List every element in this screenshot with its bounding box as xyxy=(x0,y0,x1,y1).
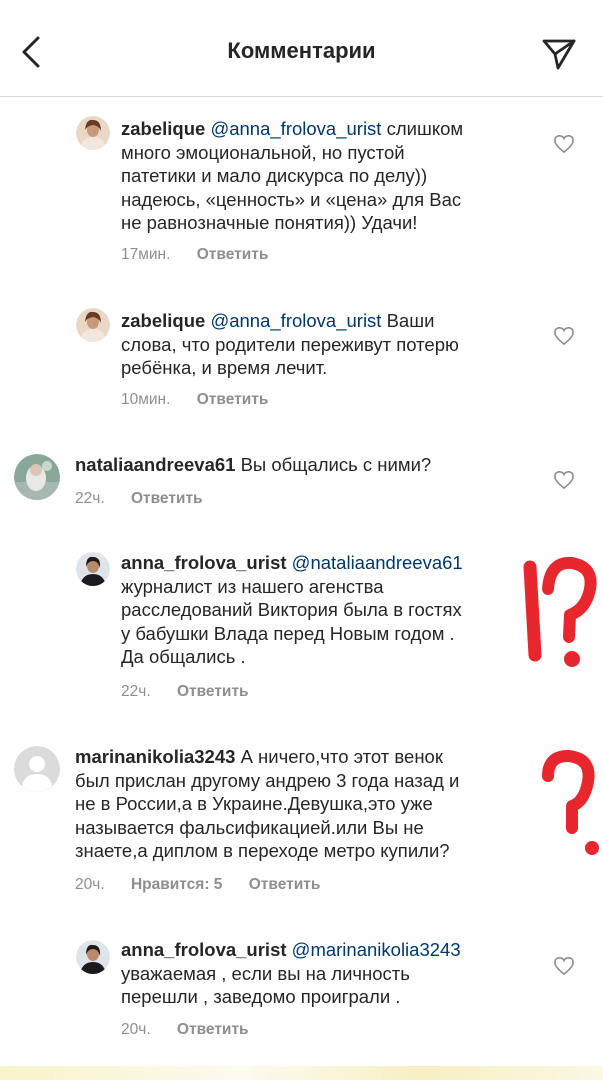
comment-line: патетики и мало дискурса по делу)) xyxy=(121,165,428,186)
comment-username[interactable]: anna_frolova_urist xyxy=(121,939,287,960)
comment-text: anna_frolova_urist @nataliaandreeva61 жу… xyxy=(121,551,521,669)
comment-reply: anna_frolova_urist @marinanikolia3243 ув… xyxy=(0,930,603,1050)
comment-mention[interactable]: @marinanikolia3243 xyxy=(292,939,461,960)
top-bar: Комментарии xyxy=(0,0,603,97)
reply-button[interactable]: Ответить xyxy=(131,490,203,508)
paper-plane-icon xyxy=(542,39,576,70)
comment-time: 22ч. xyxy=(75,490,105,507)
default-user-icon xyxy=(14,746,60,792)
comment-time: 20ч. xyxy=(75,876,105,893)
comment-line: ребёнка, и время лечит. xyxy=(121,357,328,378)
question-annotation xyxy=(542,750,599,855)
comment-text: anna_frolova_urist @marinanikolia3243 ув… xyxy=(121,938,541,1009)
comment-line: знаете,а диплом в переходе метро купили? xyxy=(75,840,450,861)
comment-text-start: Ваши xyxy=(386,310,435,331)
comment-time: 10мин. xyxy=(121,391,171,408)
comment-text: marinanikolia3243 А ничего,что этот вено… xyxy=(75,745,535,863)
comment-meta: 22ч. Ответить xyxy=(75,490,225,508)
exclamation-question-annotation xyxy=(523,556,597,667)
comment-username[interactable]: anna_frolova_urist xyxy=(121,552,287,573)
comment-time: 20ч. xyxy=(121,1021,151,1038)
avatar[interactable] xyxy=(14,454,60,500)
comment-reply: zabelique @anna_frolova_urist Ваши слова… xyxy=(0,300,603,420)
comment-username[interactable]: nataliaandreeva61 xyxy=(75,454,235,475)
comment-meta: 20ч. Нравится: 5 Ответить xyxy=(75,876,342,894)
comment-line: называется фальсификацией.или Вы не xyxy=(75,816,424,838)
comment-text-start: А ничего,что этот венок xyxy=(240,746,443,767)
comment-top-level: marinanikolia3243 А ничего,что этот вено… xyxy=(0,736,603,906)
heart-icon[interactable] xyxy=(553,956,575,976)
comment-username[interactable]: zabelique xyxy=(121,310,205,331)
page-title: Комментарии xyxy=(227,38,376,63)
comment-mention[interactable]: @anna_frolova_urist xyxy=(210,310,381,331)
comment-time: 17мин. xyxy=(121,246,171,263)
comment-meta: 17мин. Ответить xyxy=(121,246,290,264)
bottom-strip xyxy=(0,1066,603,1080)
comment-meta: 22ч. Ответить xyxy=(121,683,271,701)
comment-line: надеюсь, «ценность» и «цена» для Вас xyxy=(121,188,462,210)
avatar[interactable] xyxy=(76,116,110,150)
comment-line: расследований Виктория была в гостях xyxy=(121,599,462,620)
avatar[interactable] xyxy=(76,552,110,586)
reply-button[interactable]: Ответить xyxy=(197,391,269,409)
comment-meta: 10мин. Ответить xyxy=(121,391,290,409)
comment-text: zabelique @anna_frolova_urist Ваши слова… xyxy=(121,309,541,380)
comment-line: не равнозначные понятия)) Удачи! xyxy=(121,212,418,233)
comment-meta: 20ч. Ответить xyxy=(121,1021,271,1039)
comment-time: 22ч. xyxy=(121,683,151,700)
comment-text: zabelique @anna_frolova_urist слишком мн… xyxy=(121,117,541,235)
comment-line: Да общались . xyxy=(121,646,246,667)
comment-username[interactable]: marinanikolia3243 xyxy=(75,746,235,767)
comment-text: nataliaandreeva61 Вы общались с ними? xyxy=(75,453,545,477)
comment-line: журналист из нашего агенства xyxy=(121,575,384,597)
reply-button[interactable]: Ответить xyxy=(177,1021,249,1039)
comment-line: у бабушки Влада перед Новым годом . xyxy=(121,622,455,644)
avatar[interactable] xyxy=(76,308,110,342)
comment-line: не в России,а в Украине.Девушка,это уже xyxy=(75,793,433,814)
reply-button[interactable]: Ответить xyxy=(197,246,269,264)
comment-line: много эмоциональной, но пустой xyxy=(121,141,405,163)
comment-text-start: Вы общались с ними? xyxy=(240,454,432,475)
heart-icon[interactable] xyxy=(553,134,575,154)
comment-top-level: nataliaandreeva61 Вы общались с ними? 22… xyxy=(0,444,603,534)
avatar[interactable] xyxy=(14,746,60,792)
comment-mention[interactable]: @anna_frolova_urist xyxy=(210,118,381,139)
comment-line: был прислан другому андрею 3 года назад … xyxy=(75,769,460,791)
reply-button[interactable]: Ответить xyxy=(249,876,321,894)
comment-username[interactable]: zabelique xyxy=(121,118,205,139)
likes-count[interactable]: Нравится: 5 xyxy=(131,876,222,894)
comment-line: уважаемая , если вы на личность xyxy=(121,962,410,984)
reply-button[interactable]: Ответить xyxy=(177,683,249,701)
comment-mention[interactable]: @nataliaandreeva61 xyxy=(292,552,463,573)
comment-reply: zabelique @anna_frolova_urist слишком мн… xyxy=(0,108,603,278)
share-button[interactable] xyxy=(541,36,577,72)
heart-icon[interactable] xyxy=(553,470,575,490)
heart-icon[interactable] xyxy=(553,326,575,346)
comment-line: перешли , заведомо проиграли . xyxy=(121,986,401,1007)
comment-line: слова, что родители переживут потерю xyxy=(121,333,459,355)
comment-text-start: слишком xyxy=(386,118,464,139)
avatar[interactable] xyxy=(76,940,110,974)
